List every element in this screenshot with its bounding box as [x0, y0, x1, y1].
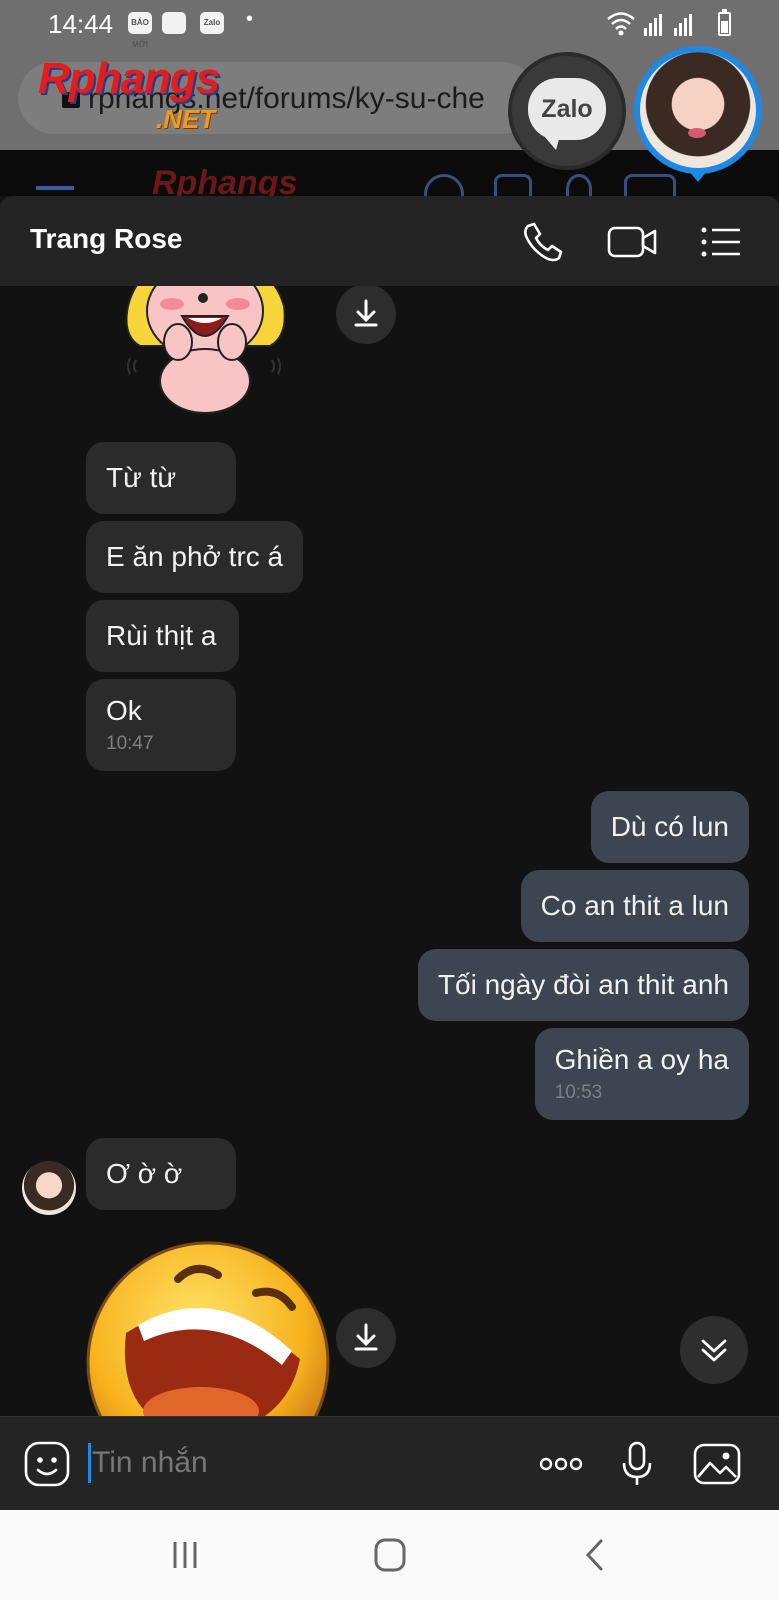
- video-call-icon[interactable]: [604, 214, 660, 270]
- message-input[interactable]: [92, 1439, 512, 1487]
- back-button[interactable]: [565, 1530, 625, 1580]
- zalo-notification-icon: Zalo: [200, 12, 224, 34]
- emoji-sticker-icon[interactable]: [20, 1437, 74, 1491]
- recent-apps-button[interactable]: [155, 1530, 215, 1580]
- site-logo-suffix: .NET: [156, 104, 216, 134]
- scroll-to-bottom-button[interactable]: [680, 1316, 748, 1384]
- outgoing-message-bubble[interactable]: Ghiền a oy ha 10:53: [534, 1028, 749, 1120]
- battery-icon: [718, 9, 731, 36]
- message-timestamp: 10:47: [106, 733, 154, 754]
- message-composer: [0, 1416, 779, 1510]
- microphone-icon[interactable]: [610, 1437, 664, 1491]
- site-logo: Rphangs: [38, 54, 220, 103]
- signal-icon-sim1: [644, 14, 664, 36]
- store-icon[interactable]: [624, 174, 676, 196]
- incoming-message-bubble[interactable]: E ăn phở trc á: [86, 521, 304, 593]
- download-sticker-button[interactable]: [336, 286, 396, 344]
- message-text: Ghiền a oy ha: [554, 1044, 729, 1075]
- message-text: Co an thit a lun: [540, 890, 729, 921]
- cartoon-girl-sticker: [125, 286, 286, 414]
- incoming-message-bubble[interactable]: Ok 10:47: [86, 679, 236, 771]
- zalo-chat-head[interactable]: Zalo: [512, 56, 622, 166]
- message-text: Tối ngày đòi an thit anh: [437, 969, 729, 1000]
- system-navigation-bar: [0, 1510, 779, 1600]
- outgoing-message-bubble[interactable]: Dù có lun: [590, 791, 749, 863]
- home-button[interactable]: [360, 1530, 420, 1580]
- mail-icon[interactable]: [494, 174, 532, 196]
- double-chevron-down-icon: [701, 1339, 727, 1362]
- download-sticker-button[interactable]: [336, 1308, 396, 1368]
- message-timestamp: 10:53: [554, 1082, 603, 1103]
- message-text: Dù có lun: [610, 811, 729, 842]
- message-text: Từ từ: [106, 462, 177, 493]
- status-time: 14:44: [48, 9, 114, 39]
- bao-moi-notification-icon: BÁO MỚI: [128, 12, 152, 49]
- active-head-pointer: [688, 170, 708, 182]
- app-notification-icon: [162, 12, 186, 34]
- message-text: Rùi thịt a: [106, 620, 217, 651]
- image-gallery-icon[interactable]: [690, 1437, 744, 1491]
- outgoing-message-bubble[interactable]: Co an thit a lun: [520, 870, 749, 942]
- outgoing-message-bubble[interactable]: Tối ngày đòi an thit anh: [417, 949, 749, 1021]
- contact-name[interactable]: Trang Rose: [30, 223, 182, 255]
- signal-icon-sim2: [674, 14, 694, 36]
- incoming-message-bubble[interactable]: Ơ ờ ờ: [86, 1138, 236, 1210]
- avatar-icon[interactable]: [424, 174, 464, 196]
- message-list[interactable]: Từ từ E ăn phở trc á Rùi thịt a Ok 10:47…: [0, 286, 779, 1416]
- options-list-icon[interactable]: [694, 214, 750, 270]
- message-text: Ơ ờ ờ: [106, 1158, 183, 1189]
- hamburger-menu-icon[interactable]: [36, 186, 74, 190]
- incoming-message-bubble[interactable]: Rùi thịt a: [86, 600, 239, 672]
- bell-icon[interactable]: [566, 174, 592, 196]
- text-cursor: [88, 1443, 91, 1483]
- site-logo-faded: Rphangs: [152, 164, 298, 196]
- message-text: Ok: [106, 695, 142, 726]
- incoming-message-bubble[interactable]: Từ từ: [86, 442, 236, 514]
- message-text: E ăn phở trc á: [106, 541, 284, 572]
- laughing-emoji-sticker: [86, 1241, 330, 1416]
- more-notifications-dot: •: [246, 8, 254, 30]
- contact-chat-head-avatar[interactable]: [634, 46, 762, 174]
- zalo-logo-icon: Zalo: [528, 78, 606, 150]
- contact-avatar[interactable]: [22, 1161, 76, 1215]
- more-options-icon[interactable]: [534, 1437, 588, 1491]
- wifi-icon: [607, 12, 635, 36]
- status-bar: 14:44 BÁO MỚI Zalo •: [0, 0, 779, 50]
- chat-header: Trang Rose: [0, 196, 779, 286]
- phone-call-icon[interactable]: [514, 214, 570, 270]
